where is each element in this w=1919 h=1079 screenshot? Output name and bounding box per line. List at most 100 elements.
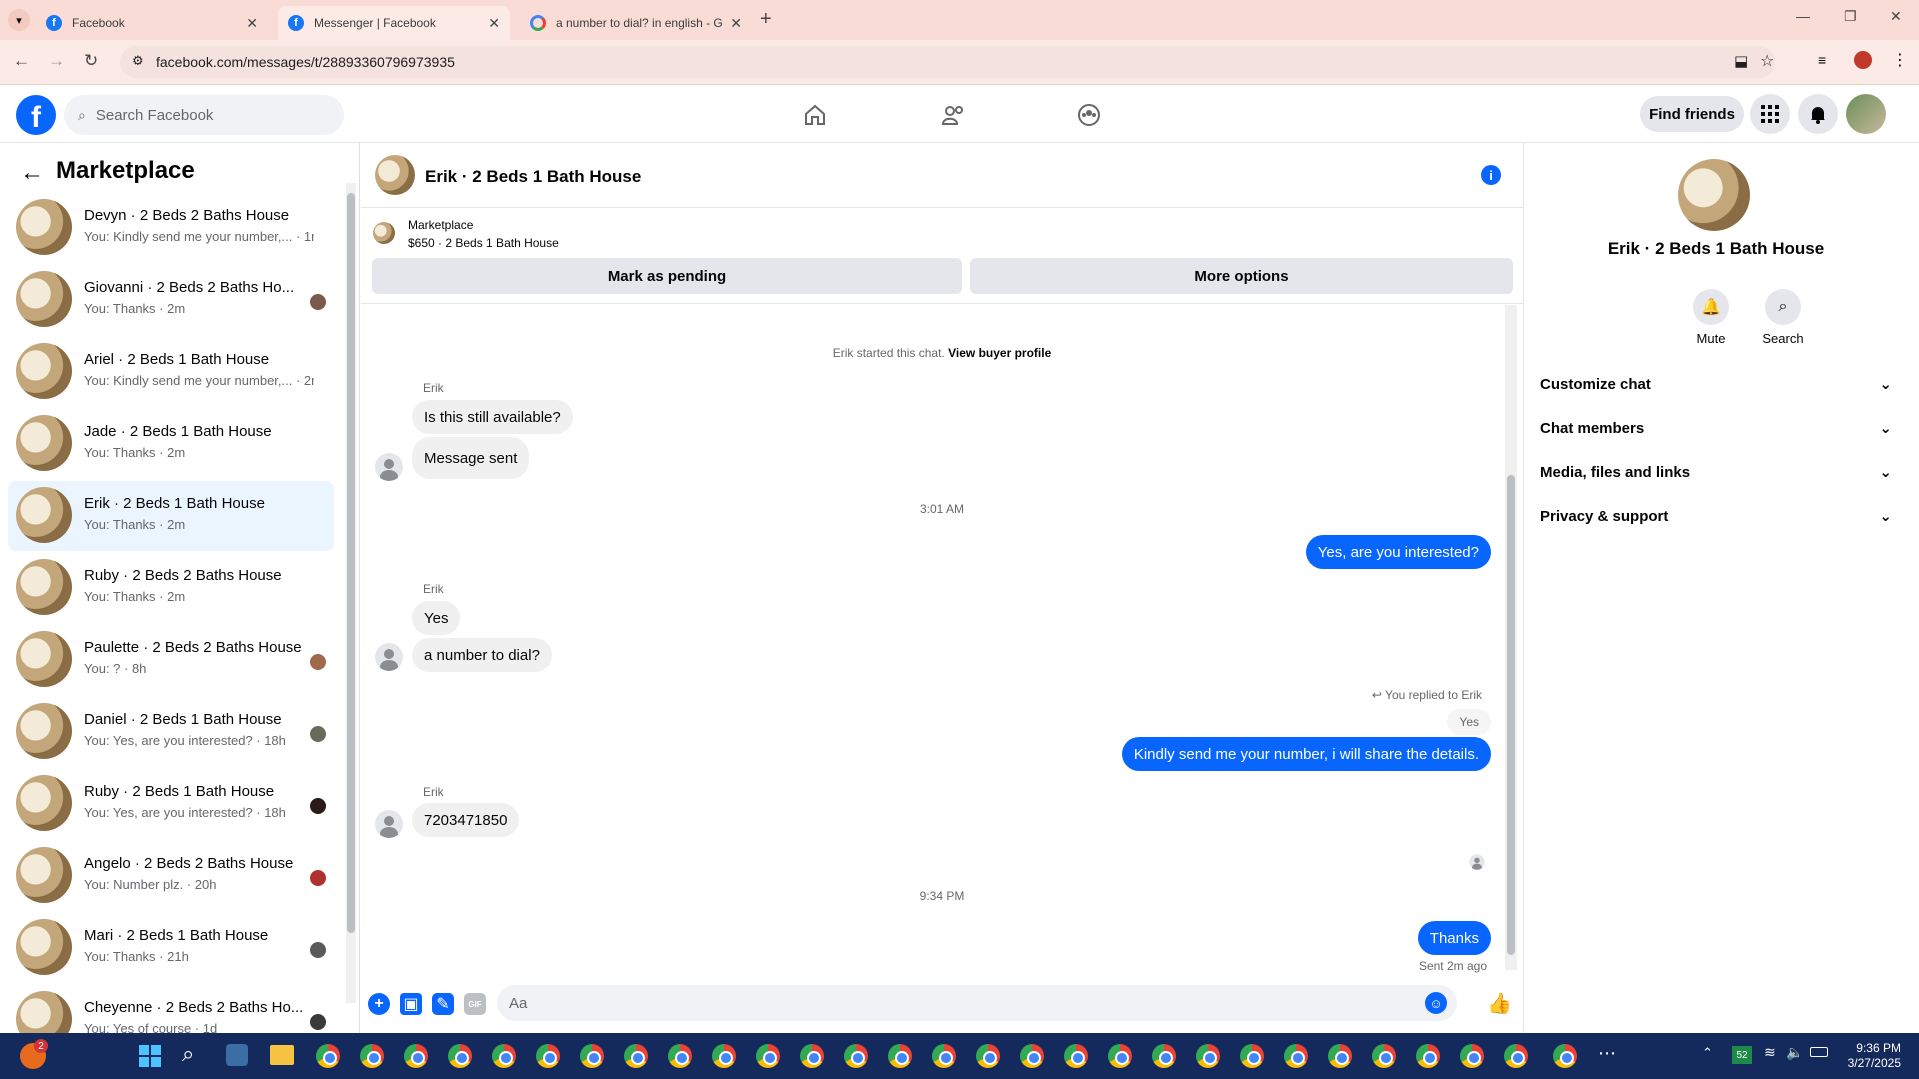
battery-icon[interactable] [1810, 1047, 1828, 1057]
profile-avatar-icon[interactable] [1854, 51, 1872, 69]
show-hidden-icons-icon[interactable]: ⌃ [1702, 1045, 1713, 1061]
conversation-item[interactable]: Paulette · 2 Beds 2 Baths House You: ? ·… [8, 625, 334, 695]
tab-list-icon[interactable]: ▾ [8, 9, 30, 31]
home-icon[interactable] [800, 100, 830, 130]
forward-icon[interactable]: → [48, 51, 65, 71]
chrome-taskbar-icon[interactable] [624, 1044, 648, 1068]
conversation-item[interactable]: Ariel · 2 Beds 1 Bath House You: Kindly … [8, 337, 334, 407]
chat-avatar[interactable] [375, 155, 415, 195]
conversation-item[interactable]: Jade · 2 Beds 1 Bath House You: Thanks ·… [8, 409, 334, 479]
chrome-taskbar-icon[interactable] [932, 1044, 956, 1068]
message-input[interactable]: Aa ☺ [497, 985, 1457, 1021]
chrome-taskbar-icon[interactable] [316, 1044, 340, 1068]
tab-facebook[interactable]: f Facebook ✕ [36, 6, 268, 40]
plus-icon[interactable]: + [368, 993, 390, 1015]
chrome-taskbar-icon[interactable] [888, 1044, 912, 1068]
listing-title[interactable]: $650 · 2 Beds 1 Bath House [408, 236, 559, 250]
chrome-taskbar-icon[interactable] [1460, 1044, 1484, 1068]
scrollbar-thumb[interactable] [1507, 475, 1515, 955]
incoming-message[interactable]: Message sent [412, 437, 530, 479]
chrome-taskbar-icon[interactable] [800, 1044, 824, 1068]
install-app-icon[interactable]: ⬓ [1734, 52, 1748, 70]
incoming-message[interactable]: Yes [412, 601, 461, 635]
incoming-message[interactable]: 7203471850 [412, 803, 520, 837]
thumbs-up-icon[interactable]: 👍 [1487, 991, 1512, 1016]
conversation-item[interactable]: Angelo · 2 Beds 2 Baths House You: Numbe… [8, 841, 334, 911]
contact-avatar[interactable] [1678, 159, 1750, 231]
site-info-icon[interactable]: ⚙ [132, 53, 144, 69]
incoming-message[interactable]: a number to dial? [412, 638, 552, 672]
file-explorer-icon[interactable] [270, 1045, 294, 1065]
quoted-message[interactable]: Yes [1447, 709, 1491, 735]
find-friends-button[interactable]: Find friends [1640, 96, 1744, 132]
conversation-item-selected[interactable]: Erik · 2 Beds 1 Bath House You: Thanks ·… [8, 481, 334, 551]
chrome-taskbar-icon[interactable] [1064, 1044, 1088, 1068]
chrome-taskbar-icon[interactable] [756, 1044, 780, 1068]
conversation-item[interactable]: Devyn · 2 Beds 2 Baths House You: Kindly… [8, 193, 334, 263]
tab-google-search[interactable]: a number to dial? in english - G ✕ [520, 6, 752, 40]
search-button[interactable]: ⌕ Search [1748, 289, 1818, 346]
volume-icon[interactable]: 🔈 [1786, 1044, 1803, 1061]
chrome-menu-icon[interactable]: ⋮ [1892, 50, 1908, 70]
chrome-taskbar-icon[interactable] [536, 1044, 560, 1068]
scrollbar-thumb[interactable] [347, 193, 355, 933]
chrome-taskbar-icon[interactable] [1553, 1044, 1577, 1068]
restore-icon[interactable]: ❐ [1844, 8, 1857, 25]
chrome-taskbar-icon[interactable] [1372, 1044, 1396, 1068]
chrome-taskbar-icon[interactable] [1284, 1044, 1308, 1068]
close-tab-icon[interactable]: ✕ [246, 15, 258, 32]
sticker-icon[interactable]: ✎ [432, 993, 454, 1015]
more-options-button[interactable]: More options [970, 258, 1513, 294]
incoming-message[interactable]: Is this still available? [412, 400, 573, 434]
app-icon[interactable] [226, 1044, 248, 1066]
customize-chat-section[interactable]: Customize chat ⌄ [1540, 364, 1892, 404]
chat-members-section[interactable]: Chat members ⌄ [1540, 408, 1892, 448]
emoji-icon[interactable]: ☺ [1425, 992, 1447, 1014]
info-icon[interactable]: i [1481, 165, 1501, 185]
tab-messenger[interactable]: f Messenger | Facebook ✕ [278, 6, 510, 40]
search-icon[interactable]: ⌕ [182, 1041, 194, 1067]
mute-button[interactable]: 🔔 Mute [1676, 289, 1746, 346]
outgoing-message[interactable]: Thanks [1417, 921, 1491, 955]
chrome-taskbar-icon[interactable] [404, 1044, 428, 1068]
photo-icon[interactable]: ▣ [400, 993, 422, 1015]
sidebar-scrollbar[interactable] [346, 183, 356, 1003]
back-arrow-icon[interactable]: ← [20, 159, 44, 187]
chrome-taskbar-icon[interactable] [668, 1044, 692, 1068]
gif-icon[interactable]: GIF [464, 993, 486, 1015]
menu-grid-icon[interactable] [1750, 94, 1790, 134]
chrome-taskbar-icon[interactable] [1504, 1044, 1528, 1068]
chrome-taskbar-icon[interactable] [1416, 1044, 1440, 1068]
conversation-item[interactable]: Daniel · 2 Beds 1 Bath House You: Yes, a… [8, 697, 334, 767]
notifications-bell-icon[interactable] [1798, 94, 1838, 134]
chrome-taskbar-icon[interactable] [1240, 1044, 1264, 1068]
chrome-taskbar-icon[interactable] [712, 1044, 736, 1068]
account-avatar[interactable] [1846, 94, 1886, 134]
facebook-logo-icon[interactable]: f [16, 95, 56, 135]
new-tab-icon[interactable]: + [760, 8, 772, 31]
chrome-taskbar-icon[interactable] [1108, 1044, 1132, 1068]
wifi-icon[interactable]: ≋ [1764, 1044, 1776, 1061]
view-buyer-profile-link[interactable]: View buyer profile [948, 346, 1051, 360]
chrome-taskbar-icon[interactable] [1152, 1044, 1176, 1068]
minimize-icon[interactable]: — [1796, 8, 1810, 24]
more-apps-icon[interactable]: ⋯ [1598, 1043, 1616, 1064]
conversation-item[interactable]: Mari · 2 Beds 1 Bath House You: Thanks ·… [8, 913, 334, 983]
start-windows-icon[interactable] [138, 1044, 162, 1068]
chrome-taskbar-icon[interactable] [448, 1044, 472, 1068]
outgoing-message[interactable]: Kindly send me your number, i will share… [1121, 737, 1491, 771]
friends-icon[interactable] [938, 100, 968, 130]
system-clock[interactable]: 9:36 PM 3/27/2025 [1848, 1041, 1901, 1071]
conversation-item[interactable]: Ruby · 2 Beds 1 Bath House You: Yes, are… [8, 769, 334, 839]
chat-title[interactable]: Erik · 2 Beds 1 Bath House [425, 167, 641, 187]
chrome-taskbar-icon[interactable] [492, 1044, 516, 1068]
close-tab-icon[interactable]: ✕ [730, 15, 742, 32]
conversation-item[interactable]: Giovanni · 2 Beds 2 Baths Ho... You: Tha… [8, 265, 334, 335]
reload-icon[interactable]: ↻ [84, 51, 98, 71]
chat-scrollbar[interactable] [1505, 305, 1517, 970]
outgoing-message[interactable]: Yes, are you interested? [1305, 535, 1491, 569]
chrome-taskbar-icon[interactable] [976, 1044, 1000, 1068]
chrome-taskbar-icon[interactable] [1328, 1044, 1352, 1068]
back-icon[interactable]: ← [13, 51, 30, 71]
privacy-support-section[interactable]: Privacy & support ⌄ [1540, 496, 1892, 536]
